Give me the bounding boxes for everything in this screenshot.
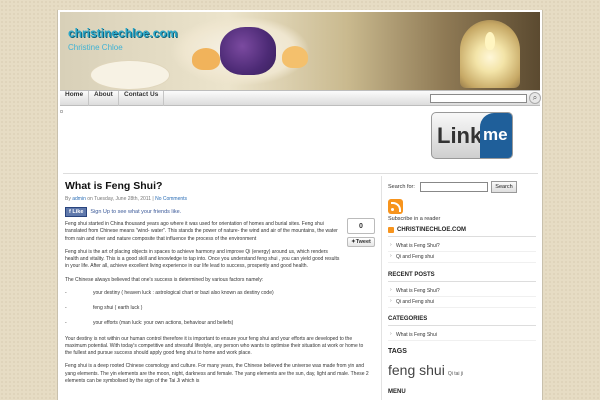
list-item: - your destiny ( heaven luck : astrologic…	[65, 290, 377, 297]
search-icon: ⌕	[532, 93, 538, 102]
sidebar-search-input[interactable]	[420, 182, 488, 192]
broken-image-icon	[60, 110, 63, 113]
header-banner: christinechloe.com Christine Chloe	[60, 12, 540, 90]
sidebar-search-label: Search for:	[388, 184, 415, 190]
main-nav: Home About Contact Us ⌕	[60, 90, 541, 106]
page-wrapper: christinechloe.com Christine Chloe Home …	[57, 10, 543, 400]
nav-search-button[interactable]: ⌕	[529, 92, 541, 104]
post-title[interactable]: What is Feng Shui?	[65, 180, 377, 192]
site-feed-heading-text[interactable]: CHRISTINECHLOE.COM	[397, 227, 466, 233]
recent-post-link[interactable]: What is Feng Shui?	[388, 286, 536, 297]
facebook-like-text: Sign Up to see what your friends like.	[90, 209, 182, 215]
banner-tulip-image-2	[282, 46, 308, 68]
success-factors-list: - your destiny ( heaven luck : astrologic…	[65, 290, 377, 328]
banner-candle-image	[460, 20, 520, 88]
tweet-widget: 0 ✦Tweet	[347, 218, 375, 248]
link-me-text: Link	[437, 123, 483, 148]
post-comments-link[interactable]: No Comments	[155, 196, 187, 202]
nav-search-input[interactable]	[430, 94, 527, 103]
tweet-count: 0	[347, 218, 375, 234]
tweet-button-label: Tweet	[355, 239, 371, 245]
post-meta: By admin on Tuesday, June 28th, 2011 | N…	[65, 196, 377, 202]
list-bullet: -	[65, 320, 67, 327]
recent-posts-section: RECENT POSTS What is Feng Shui? Qi and F…	[388, 272, 536, 308]
content-divider	[63, 173, 538, 174]
category-link[interactable]: What is Feng Shui	[388, 330, 536, 341]
site-feed-link[interactable]: What is Feng Shui?	[388, 241, 536, 252]
list-item-text: feng shui ( earth luck )	[93, 305, 143, 311]
post-paragraph: Feng shui started in China thousand year…	[65, 221, 338, 242]
sidebar-divider	[381, 176, 382, 400]
nav-item-home[interactable]: Home	[60, 91, 90, 106]
post-paragraph: Feng shui is the art of placing objects …	[65, 248, 340, 270]
post: What is Feng Shui? By admin on Tuesday, …	[65, 180, 377, 400]
menu-heading: MENU	[388, 389, 406, 395]
list-item: - feng shui ( earth luck )	[65, 305, 377, 312]
sidebar-search-button[interactable]: Search	[491, 181, 517, 193]
tags-section: TAGS feng shui Qi tai ji	[388, 348, 536, 378]
link-me-banner[interactable]: Link me	[431, 112, 513, 159]
post-date: on Tuesday, June 28th, 2011 |	[87, 196, 154, 202]
tag-cloud: feng shui Qi tai ji	[388, 362, 536, 378]
recent-post-link[interactable]: Qi and Feng shui	[388, 297, 536, 308]
site-feed-link[interactable]: Qi and Feng shui	[388, 252, 536, 263]
banner-bowl-image	[90, 60, 170, 90]
list-bullet: -	[65, 305, 67, 311]
list-item: - your efforts (man luck: your own action…	[65, 320, 377, 327]
tag-link[interactable]: feng shui	[388, 362, 445, 378]
subscribe-link[interactable]: Subscribe in a reader	[388, 216, 440, 222]
site-tagline: Christine Chloe	[68, 43, 123, 52]
banner-candle-flame	[485, 32, 495, 50]
link-me-badge: me	[480, 113, 512, 158]
facebook-like-widget: f Like Sign Up to see what your friends …	[65, 207, 377, 217]
tweet-button[interactable]: ✦Tweet	[347, 237, 375, 247]
list-item-text: your destiny ( heaven luck : astrologica…	[93, 289, 274, 296]
post-paragraph: Feng shui is a deep rooted Chinese cosmo…	[65, 363, 369, 384]
tag-link[interactable]: Qi tai ji	[448, 371, 463, 377]
link-me-me-text: me	[483, 125, 508, 144]
list-item-text: your efforts (man luck: your own actions…	[93, 320, 234, 327]
rss-feed-icon[interactable]	[388, 199, 403, 214]
nav-item-contact-us[interactable]: Contact Us	[119, 91, 165, 106]
site-feed-section: CHRISTINECHLOE.COM What is Feng Shui? Qi…	[388, 227, 536, 263]
banner-hyacinth-image	[220, 27, 276, 75]
list-bullet: -	[65, 289, 67, 296]
categories-heading: CATEGORIES	[388, 316, 536, 326]
post-paragraph: The Chinese always believed that one's s…	[65, 276, 264, 283]
post-paragraph: Your destiny is not within our human con…	[65, 335, 364, 357]
recent-posts-heading: RECENT POSTS	[388, 272, 536, 282]
menu-section: MENU	[388, 389, 536, 400]
tags-heading: TAGS	[388, 348, 407, 355]
rss-icon	[388, 227, 394, 233]
site-feed-heading: CHRISTINECHLOE.COM	[388, 227, 536, 237]
nav-item-about[interactable]: About	[89, 91, 119, 106]
site-title[interactable]: christinechloe.com	[68, 26, 177, 40]
categories-section: CATEGORIES What is Feng Shui	[388, 316, 536, 341]
post-author-link[interactable]: admin	[72, 196, 86, 202]
facebook-like-label: Like	[72, 209, 84, 215]
post-meta-prefix: By	[65, 196, 71, 202]
facebook-like-button[interactable]: f Like	[65, 207, 88, 217]
banner-tulip-image	[192, 48, 220, 70]
